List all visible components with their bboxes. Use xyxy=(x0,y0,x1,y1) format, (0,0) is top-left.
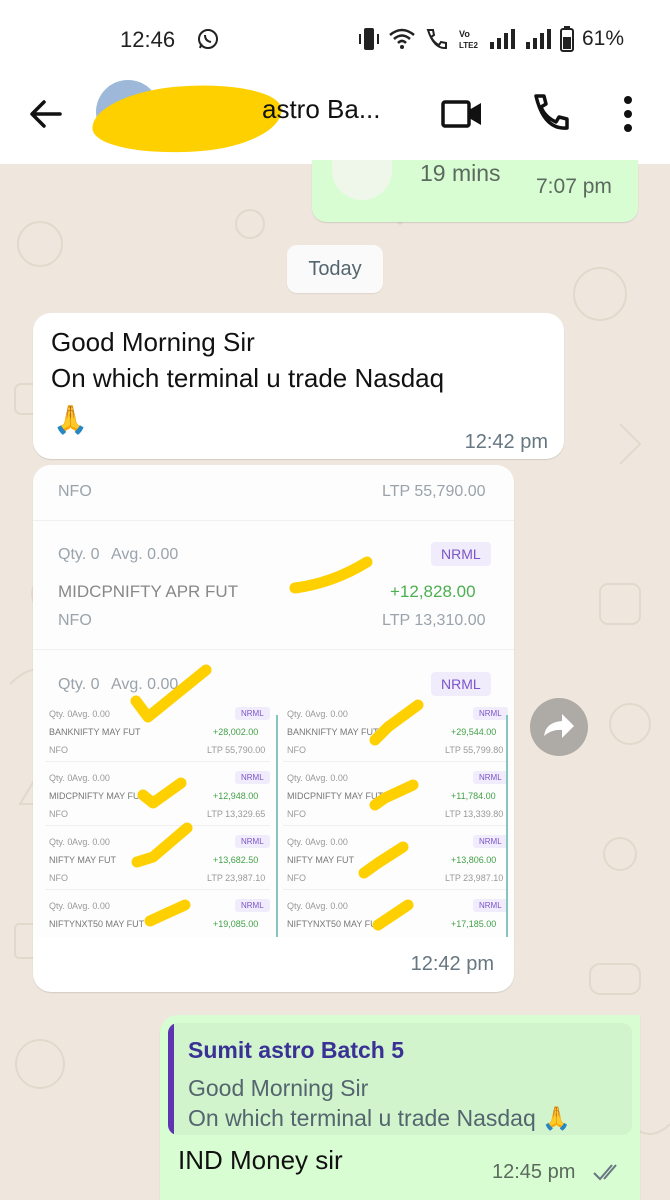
quoted-message[interactable]: Sumit astro Batch 5 Good Morning Sir On … xyxy=(168,1023,632,1135)
message-line: Good Morning Sir xyxy=(51,327,255,357)
outgoing-message[interactable]: Sumit astro Batch 5 Good Morning Sir On … xyxy=(160,1015,640,1200)
chat-header: astro Ba... xyxy=(0,79,670,164)
battery-icon xyxy=(560,26,574,52)
signal-icon xyxy=(526,29,551,49)
message-time: 7:07 pm xyxy=(536,175,612,198)
battery-percent: 61% xyxy=(582,27,625,50)
status-bar: 12:46 Vo LTE2 61% xyxy=(0,0,670,80)
forward-button[interactable] xyxy=(530,698,588,756)
quoted-line: Good Morning Sir xyxy=(188,1075,369,1101)
message-line: On which terminal u trade Nasdaq xyxy=(51,363,445,393)
back-arrow-icon[interactable] xyxy=(26,94,66,134)
quoted-line: On which terminal u trade Nasdaq 🙏 xyxy=(188,1105,571,1131)
whatsapp-icon xyxy=(198,29,218,49)
signal-icon xyxy=(490,29,515,49)
image-message[interactable]: NFO LTP 55,790.00 Qty. 0 Avg. 0.00 NRML … xyxy=(33,465,514,992)
wifi-call-icon xyxy=(426,29,447,50)
incoming-message[interactable]: Good Morning Sir On which terminal u tra… xyxy=(33,313,564,459)
screenshot-image[interactable]: NFO LTP 55,790.00 Qty. 0 Avg. 0.00 NRML … xyxy=(33,465,514,937)
status-time: 12:46 xyxy=(120,27,176,52)
message-time: 12:45 pm xyxy=(492,1161,576,1183)
svg-text:LTE2: LTE2 xyxy=(459,41,479,50)
double-tick-icon xyxy=(593,1164,617,1181)
more-icon[interactable] xyxy=(616,92,640,136)
folded-hands-emoji: 🙏 xyxy=(53,404,88,435)
contact-name[interactable]: astro Ba... xyxy=(262,94,381,125)
vibrate-icon xyxy=(359,28,379,50)
volte-icon: Vo LTE2 xyxy=(459,29,479,50)
message-text: IND Money sir xyxy=(178,1145,343,1175)
status-icons: Vo LTE2 61% xyxy=(358,24,624,54)
message-time: 12:42 pm xyxy=(410,953,494,975)
video-call-icon[interactable] xyxy=(440,94,484,134)
quote-bar xyxy=(168,1023,174,1135)
message-time: 12:42 pm xyxy=(464,431,548,453)
wifi-icon xyxy=(389,28,415,49)
quoted-sender: Sumit astro Batch 5 xyxy=(188,1037,404,1063)
voice-call-icon[interactable] xyxy=(528,92,572,136)
forward-icon xyxy=(544,714,574,738)
highlighter-marks xyxy=(130,556,424,931)
call-duration: 19 mins xyxy=(420,160,501,186)
date-divider: Today xyxy=(287,245,383,293)
svg-text:Vo: Vo xyxy=(459,29,470,39)
